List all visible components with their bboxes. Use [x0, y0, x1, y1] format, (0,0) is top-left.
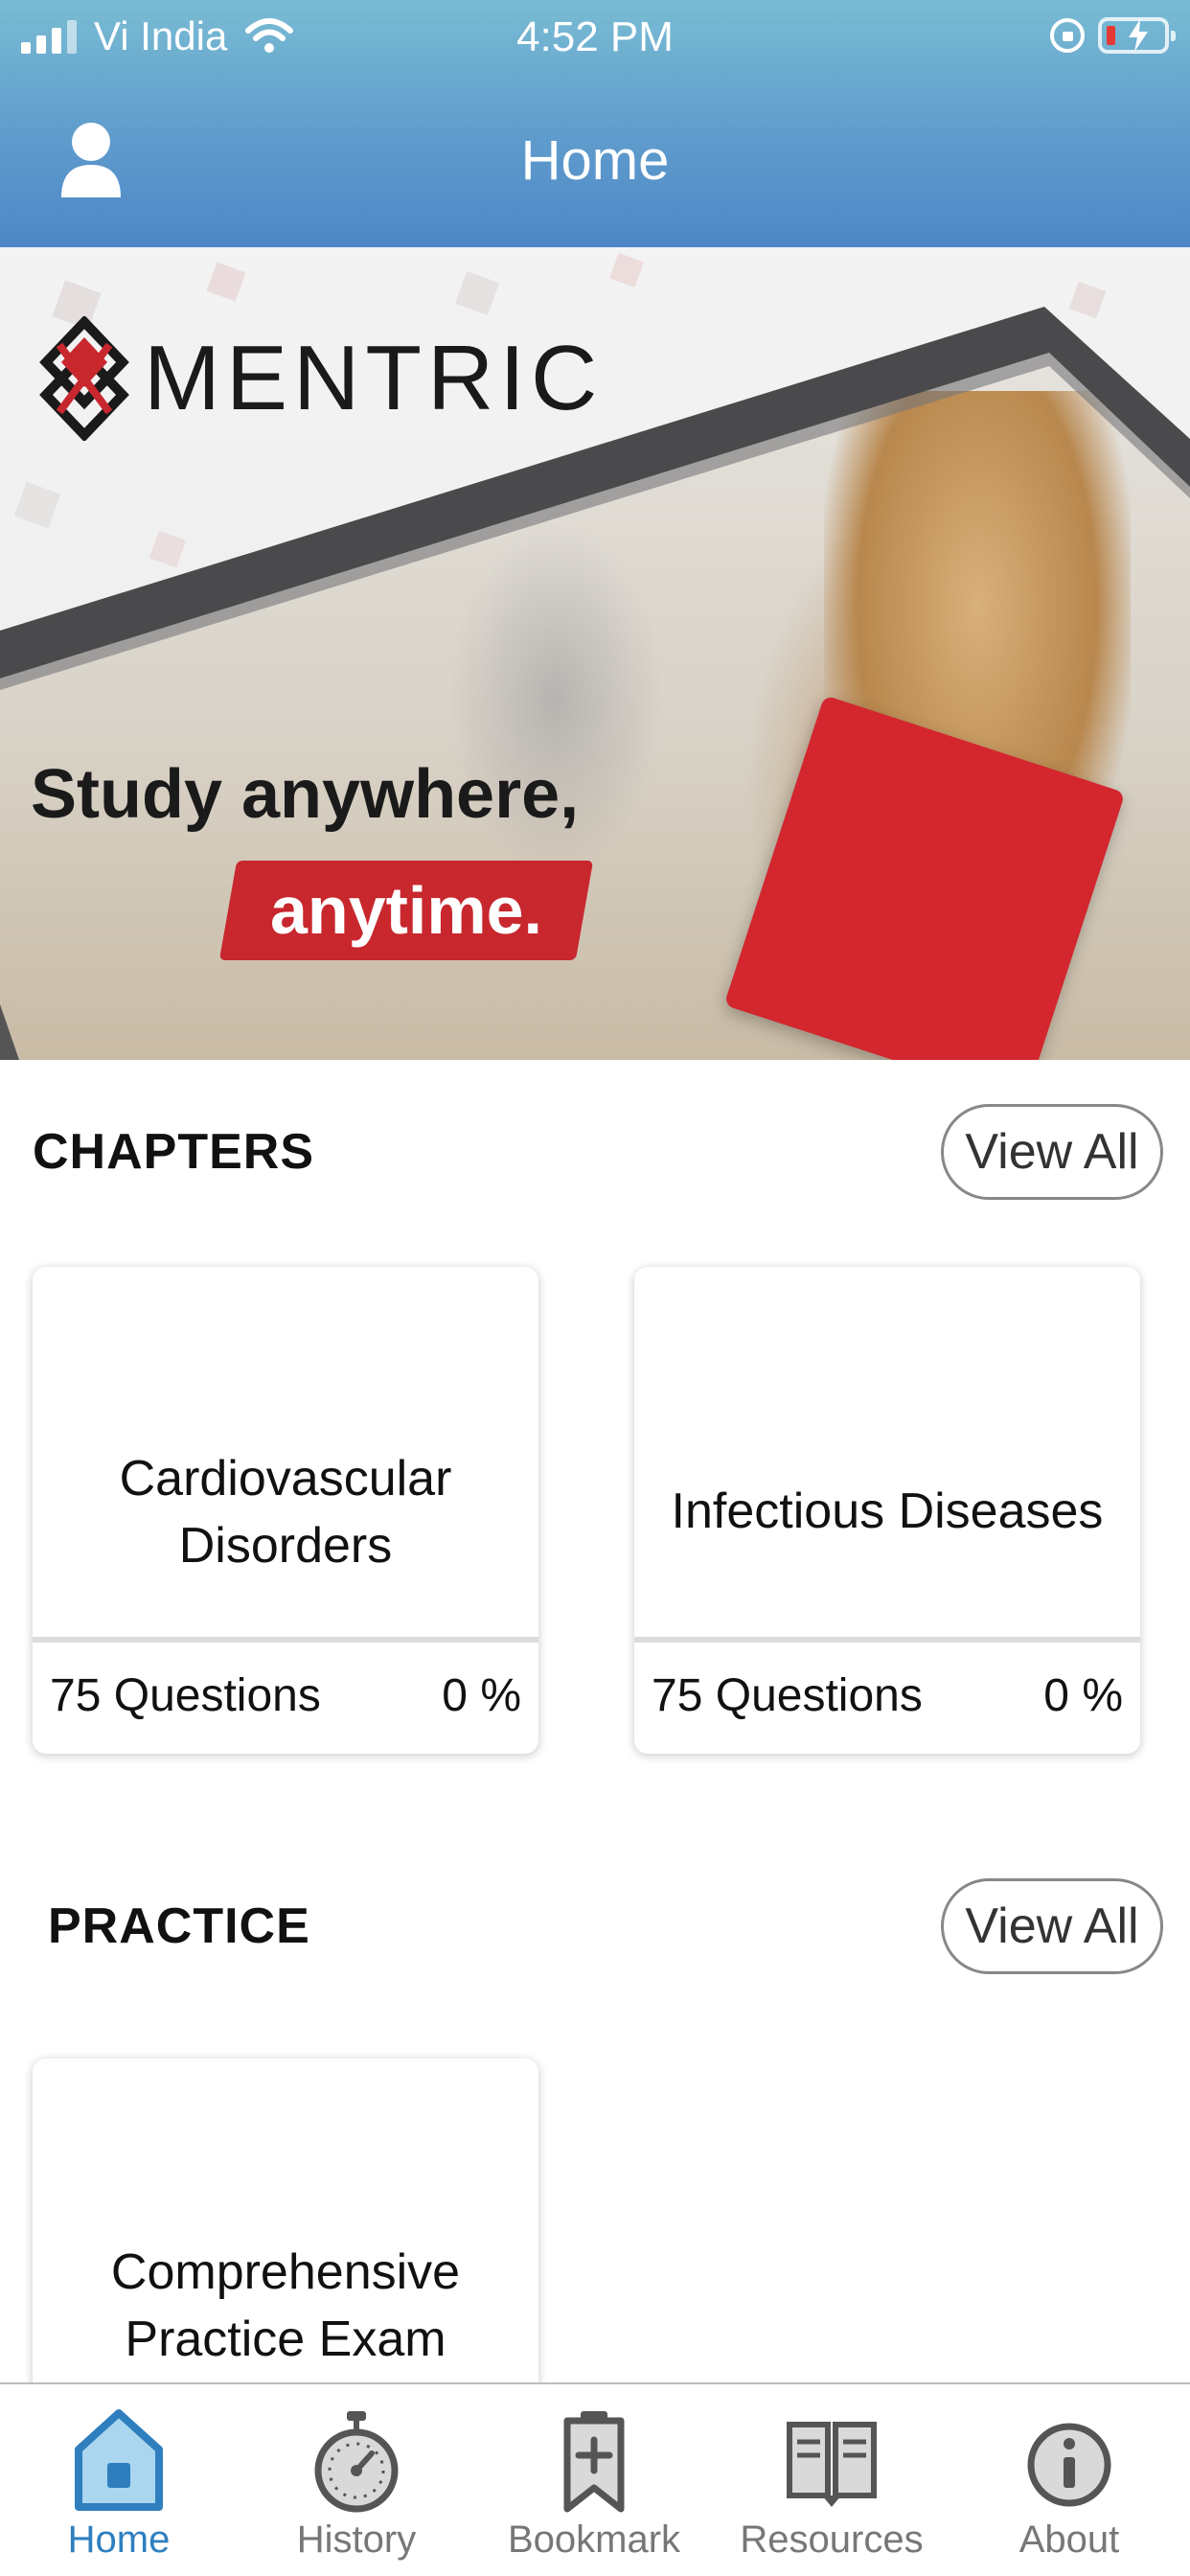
chapters-view-all-button[interactable]: View All [941, 1104, 1163, 1200]
chapter-card-title-line2: Disorders [178, 1518, 393, 1574]
status-right [1050, 17, 1176, 54]
practice-heading: PRACTICE [48, 1898, 310, 1954]
bookmark-icon [563, 2411, 625, 2513]
tab-history[interactable]: History [238, 2384, 475, 2576]
charging-bolt-icon [1129, 19, 1148, 52]
practice-card-title-line2: Practice Exam [125, 2312, 446, 2367]
card-divider [33, 1637, 538, 1643]
chapter-card[interactable]: Cardiovascular Disorders 75 Questions 0 … [33, 1267, 538, 1754]
tab-bookmark[interactable]: Bookmark [475, 2384, 713, 2576]
mentric-logo-icon [39, 316, 129, 441]
chapter-progress-percent: 0 % [442, 1670, 521, 1721]
promo-banner: MENTRIC Study anywhere, anytime. [0, 247, 1190, 1060]
chapter-card-title-line1: Cardiovascular [119, 1451, 452, 1506]
stopwatch-icon [314, 2411, 399, 2513]
banner-tagline-line2-text: anytime. [270, 873, 542, 948]
chapter-question-count: 75 Questions [50, 1670, 321, 1721]
status-time: 4:52 PM [516, 13, 674, 60]
tab-label: Resources [740, 2518, 924, 2561]
banner-tagline-line2: anytime. [218, 861, 594, 960]
card-divider [634, 1637, 1140, 1643]
tab-label: Home [67, 2518, 171, 2561]
title-row: Home [0, 96, 1190, 230]
tab-about[interactable]: About [950, 2384, 1188, 2576]
tab-resources[interactable]: Resources [713, 2384, 950, 2576]
tab-label: History [296, 2518, 417, 2561]
info-icon [1027, 2423, 1111, 2507]
chapter-card-title-line1: Infectious Diseases [671, 1484, 1104, 1539]
chapter-card[interactable]: Infectious Diseases 75 Questions 0 % [634, 1267, 1140, 1754]
page-title: Home [520, 129, 670, 192]
tab-home[interactable]: Home [0, 2384, 238, 2576]
rotation-lock-icon [1050, 18, 1085, 53]
logo-text: MENTRIC [144, 327, 604, 429]
mentric-logo: MENTRIC [31, 316, 603, 441]
banner-tagline-line1: Study anywhere, [31, 756, 580, 833]
app-header: Vi India 4:52 PM Home [0, 0, 1190, 247]
tab-label: About [1018, 2518, 1120, 2561]
practice-card-title-line1: Comprehensive [110, 2244, 461, 2300]
chapters-heading: CHAPTERS [33, 1124, 315, 1180]
book-icon [787, 2422, 877, 2507]
chapter-question-count: 75 Questions [652, 1670, 923, 1721]
chapter-progress-percent: 0 % [1043, 1670, 1123, 1721]
home-icon [75, 2409, 163, 2511]
status-bar: Vi India 4:52 PM [0, 0, 1190, 80]
practice-view-all-button[interactable]: View All [941, 1878, 1163, 1974]
bottom-tab-bar: Home History Bookmark Resources About [0, 2382, 1190, 2576]
battery-icon [1098, 17, 1176, 54]
tab-label: Bookmark [507, 2518, 681, 2561]
